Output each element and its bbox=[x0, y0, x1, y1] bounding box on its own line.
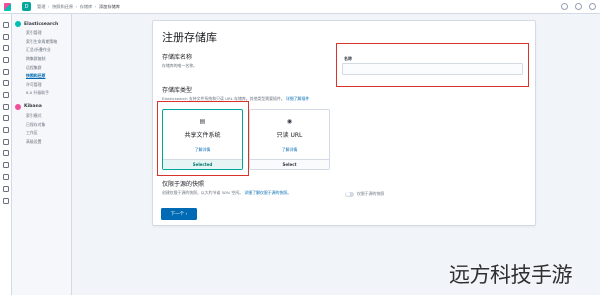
nav-group-title: Kibana bbox=[24, 104, 42, 110]
user-avatar-icon[interactable] bbox=[589, 3, 596, 10]
visualize-icon[interactable] bbox=[3, 45, 9, 51]
annotation-highlight-card bbox=[157, 101, 249, 176]
next-button[interactable]: 下一个 › bbox=[161, 208, 197, 220]
sidenav-item-license[interactable]: 许可管理 bbox=[12, 81, 71, 90]
sidenav-item-index-management[interactable]: 索引管理 bbox=[12, 29, 71, 38]
page-title: 注册存储库 bbox=[162, 31, 217, 44]
sidenav-item-spaces[interactable]: 工作区 bbox=[12, 129, 71, 138]
notifications-icon[interactable] bbox=[575, 3, 582, 10]
dashboard-icon[interactable] bbox=[3, 57, 9, 63]
logs-icon[interactable] bbox=[3, 115, 9, 121]
infra-icon[interactable] bbox=[3, 104, 9, 110]
nav-rail bbox=[0, 14, 12, 295]
sidenav-item-snapshot-restore[interactable]: 快照和还原 bbox=[12, 72, 71, 81]
devtools-icon[interactable] bbox=[3, 162, 9, 168]
kibana-icon bbox=[15, 103, 21, 110]
source-section-title: 仅限于源的快照 bbox=[162, 181, 205, 188]
breadcrumb-item-current: 添加存储库 bbox=[98, 3, 120, 9]
nav-group-elasticsearch: Elasticsearch bbox=[15, 21, 71, 27]
repo-type-card-url[interactable]: ◉ 只读 URL 了解详情 Select bbox=[249, 109, 330, 170]
source-section-desc-text: 创建仅限于源的快照，以大约节省 50% 空间。 bbox=[162, 190, 244, 195]
watermark-text: 远方科技手游 bbox=[449, 263, 573, 287]
name-section-title: 存储库名称 bbox=[162, 54, 193, 61]
breadcrumb: 管理 › 快照和还原 › 存储库 › 添加存储库 bbox=[37, 4, 120, 10]
ml-icon[interactable] bbox=[3, 92, 9, 98]
toggle-label: 仅限于源的快照 bbox=[357, 191, 385, 196]
name-section-desc: 存储库的唯一名称。 bbox=[162, 63, 198, 68]
discover-icon[interactable] bbox=[3, 34, 9, 40]
monitoring-icon[interactable] bbox=[3, 174, 9, 180]
sidenav-item-rollup[interactable]: 汇总/折叠作业 bbox=[12, 46, 71, 55]
eye-icon: ◉ bbox=[286, 118, 293, 125]
kibana-logo-icon bbox=[3, 2, 11, 11]
space-avatar[interactable]: D bbox=[22, 2, 31, 11]
breadcrumb-item-management[interactable]: 管理 bbox=[37, 4, 45, 10]
card-title: 只读 URL bbox=[276, 132, 303, 139]
uptime-icon[interactable] bbox=[3, 139, 9, 145]
home-icon[interactable] bbox=[3, 22, 9, 28]
siem-icon[interactable] bbox=[3, 150, 9, 156]
sidenav-item-ccr[interactable]: 跨集群复制 bbox=[12, 55, 71, 64]
breadcrumb-separator: › bbox=[94, 4, 97, 9]
settings-icon[interactable] bbox=[3, 198, 9, 204]
sidenav-item-advanced-settings[interactable]: 高级设置 bbox=[12, 138, 71, 147]
breadcrumb-separator: › bbox=[47, 4, 50, 9]
canvas-icon[interactable] bbox=[3, 69, 9, 75]
sidenav-item-remote-clusters[interactable]: 远程集群 bbox=[12, 63, 71, 72]
sidenav-item-upgrade[interactable]: 8.0 升级助手 bbox=[12, 89, 71, 98]
top-icons bbox=[561, 3, 596, 10]
type-section-title: 存储库类型 bbox=[162, 87, 193, 94]
source-only-toggle-row: 仅限于源的快照 bbox=[345, 191, 384, 197]
sidenav-item-saved-objects[interactable]: 已保存对象 bbox=[12, 120, 71, 129]
card-learn-more-link[interactable]: 了解详情 bbox=[250, 147, 329, 153]
source-only-link[interactable]: 详细了解仅限于源的快照。 bbox=[244, 190, 291, 195]
breadcrumb-item-snapshot[interactable]: 快照和还原 bbox=[52, 4, 73, 10]
elasticsearch-icon bbox=[15, 21, 21, 27]
top-bar: D 管理 › 快照和还原 › 存储库 › 添加存储库 bbox=[0, 0, 600, 14]
breadcrumb-item-repositories[interactable]: 存储库 bbox=[80, 4, 93, 10]
breadcrumb-separator: › bbox=[75, 4, 78, 9]
source-only-toggle[interactable] bbox=[345, 191, 354, 197]
management-gear-icon[interactable] bbox=[3, 186, 9, 192]
annotation-highlight-name bbox=[336, 43, 529, 87]
sidenav-item-ilm[interactable]: 索引生命周期策略 bbox=[12, 38, 71, 47]
source-section-desc: 创建仅限于源的快照，以大约节省 50% 空间。 详细了解仅限于源的快照。 bbox=[162, 190, 291, 196]
maps-icon[interactable] bbox=[3, 80, 9, 86]
management-sidenav: Elasticsearch 索引管理 索引生命周期策略 汇总/折叠作业 跨集群复… bbox=[12, 14, 72, 295]
kibana-logo[interactable] bbox=[2, 0, 12, 14]
register-repository-panel: 注册存储库 存储库名称 存储库的唯一名称。 名称 存储库类型 Elasticse… bbox=[152, 20, 536, 226]
apm-icon[interactable] bbox=[3, 127, 9, 133]
help-icon[interactable] bbox=[561, 3, 568, 10]
sidenav-item-index-patterns[interactable]: 索引模式 bbox=[12, 112, 71, 121]
plugins-link[interactable]: 详细了解插件 bbox=[286, 96, 309, 101]
nav-group-kibana: Kibana bbox=[15, 103, 71, 110]
card-select-button[interactable]: Select bbox=[250, 159, 329, 169]
nav-group-title: Elasticsearch bbox=[24, 21, 59, 27]
